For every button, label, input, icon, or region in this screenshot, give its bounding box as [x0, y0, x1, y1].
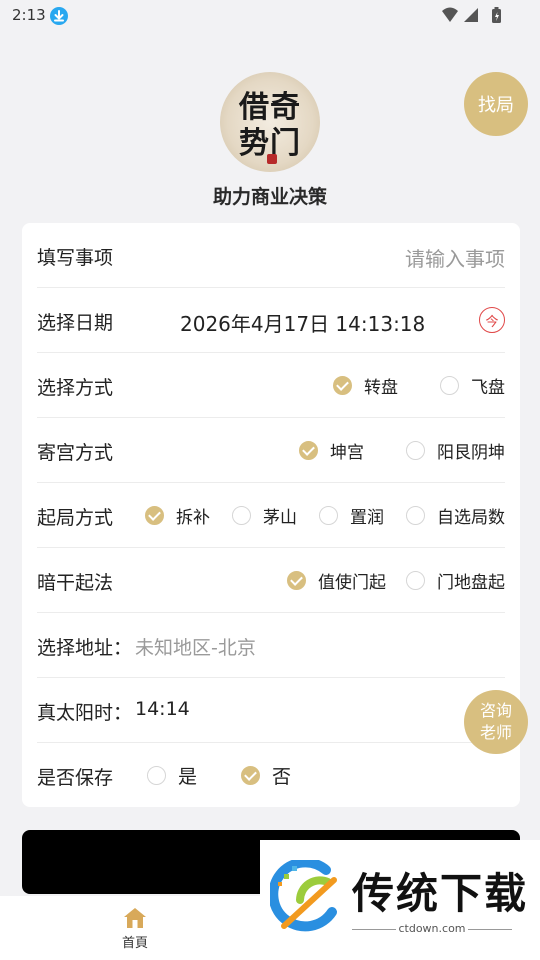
watermark-text: 传统下载 — [352, 869, 529, 918]
palace-option-yang[interactable]: 阳艮阴坤 — [406, 438, 505, 463]
seal-icon — [267, 154, 277, 164]
radio-unchecked-icon[interactable] — [406, 505, 425, 525]
option-label: 是 — [178, 765, 198, 788]
watermark-url: ctdown.com — [398, 922, 466, 935]
row-item[interactable]: 填写事项 请输入事项 — [37, 223, 505, 288]
option-label: 值使门起 — [318, 572, 386, 593]
radio-unchecked-icon[interactable] — [147, 765, 166, 785]
option-label: 门地盘起 — [437, 572, 505, 593]
date-label: 选择日期 — [37, 312, 114, 334]
solar-value: 14:14 — [135, 698, 190, 720]
save-options: 是 否 — [147, 743, 335, 807]
radio-checked-icon[interactable] — [299, 440, 318, 460]
stem-option-zhishi[interactable]: 值使门起 — [287, 568, 386, 593]
radio-checked-icon[interactable] — [241, 765, 261, 785]
palace-options: 坤宫 阳艮阴坤 — [299, 418, 505, 482]
item-input[interactable]: 请输入事项 — [405, 243, 505, 272]
row-address[interactable]: 选择地址： 未知地区-北京 — [37, 613, 505, 678]
mode-option-rotate[interactable]: 转盘 — [333, 373, 398, 398]
radio-checked-icon[interactable] — [145, 505, 164, 525]
stem-label: 暗干起法 — [37, 572, 114, 594]
signal-icon — [464, 8, 478, 22]
status-bar: 2:13 — [0, 0, 540, 32]
watermark-logo-icon — [270, 860, 337, 932]
radio-checked-icon[interactable] — [287, 570, 306, 590]
save-option-yes[interactable]: 是 — [147, 762, 197, 789]
start-option-zhirun[interactable]: 置润 — [319, 503, 384, 528]
start-options: 拆补 茅山 置润 自选局数 — [145, 483, 505, 547]
radio-unchecked-icon[interactable] — [406, 440, 425, 460]
start-option-maoshan[interactable]: 茅山 — [232, 503, 297, 528]
row-stem: 暗干起法 值使门起 门地盘起 — [37, 548, 505, 613]
home-icon — [124, 908, 146, 928]
address-value[interactable]: 未知地区-北京 — [135, 633, 256, 660]
row-save: 是否保存 是 否 — [37, 743, 505, 808]
status-time: 2:13 — [12, 6, 46, 24]
solar-label: 真太阳时： — [37, 702, 133, 724]
option-label: 拆补 — [176, 507, 210, 528]
palace-label: 寄宫方式 — [37, 442, 114, 464]
save-option-no[interactable]: 否 — [241, 762, 291, 789]
radio-checked-icon[interactable] — [333, 375, 352, 395]
option-label: 飞盘 — [471, 377, 505, 398]
stem-option-mendi[interactable]: 门地盘起 — [406, 568, 505, 593]
radio-unchecked-icon[interactable] — [232, 505, 251, 525]
consult-teacher-button[interactable]: 咨询 老师 — [464, 690, 528, 754]
option-label: 转盘 — [364, 377, 398, 398]
page-subtitle: 助力商业决策 — [212, 186, 327, 208]
row-mode: 选择方式 转盘 飞盘 — [37, 353, 505, 418]
radio-unchecked-icon[interactable] — [440, 375, 459, 395]
radio-unchecked-icon[interactable] — [319, 505, 338, 525]
today-icon[interactable]: 今 — [479, 307, 505, 333]
start-option-chaibu[interactable]: 拆补 — [145, 503, 210, 528]
app-logo: 借奇 势门 — [220, 72, 320, 172]
consult-line2: 老师 — [479, 723, 512, 742]
mode-option-fly[interactable]: 飞盘 — [440, 373, 505, 398]
row-solar-time: 真太阳时： 14:14 — [37, 678, 505, 743]
save-label: 是否保存 — [37, 767, 114, 789]
option-label: 自选局数 — [437, 507, 505, 528]
radio-unchecked-icon[interactable] — [406, 570, 425, 590]
option-label: 阳艮阴坤 — [437, 442, 505, 463]
consult-line1: 咨询 — [479, 701, 512, 720]
option-label: 茅山 — [263, 507, 297, 528]
form-card: 填写事项 请输入事项 选择日期 2026年4月17日 14:13:18 今 选择… — [22, 223, 520, 807]
mode-label: 选择方式 — [37, 377, 114, 399]
mode-options: 转盘 飞盘 — [333, 353, 505, 417]
address-label: 选择地址： — [37, 637, 133, 659]
row-start: 起局方式 拆补 茅山 置润 自选局数 — [37, 483, 505, 548]
option-label: 坤宫 — [330, 442, 364, 463]
row-palace: 寄宫方式 坤宫 阳艮阴坤 — [37, 418, 505, 483]
find-button[interactable]: 找局 — [464, 72, 528, 136]
palace-option-kun[interactable]: 坤宫 — [299, 438, 364, 463]
system-status-icons — [440, 6, 506, 26]
row-date[interactable]: 选择日期 2026年4月17日 14:13:18 今 — [37, 288, 505, 353]
date-value[interactable]: 2026年4月17日 14:13:18 — [180, 308, 425, 337]
wifi-icon — [442, 7, 458, 22]
nav-home[interactable]: 首頁 — [110, 906, 160, 956]
stem-options: 值使门起 门地盘起 — [287, 548, 505, 612]
start-label: 起局方式 — [37, 507, 114, 529]
nav-home-label: 首頁 — [121, 936, 148, 951]
option-label: 置润 — [350, 507, 384, 528]
download-icon — [50, 7, 68, 25]
option-label: 否 — [272, 765, 292, 788]
item-label: 填写事项 — [37, 247, 114, 269]
start-option-custom[interactable]: 自选局数 — [406, 503, 505, 528]
watermark: 传统下载 ctdown.com — [260, 840, 540, 940]
